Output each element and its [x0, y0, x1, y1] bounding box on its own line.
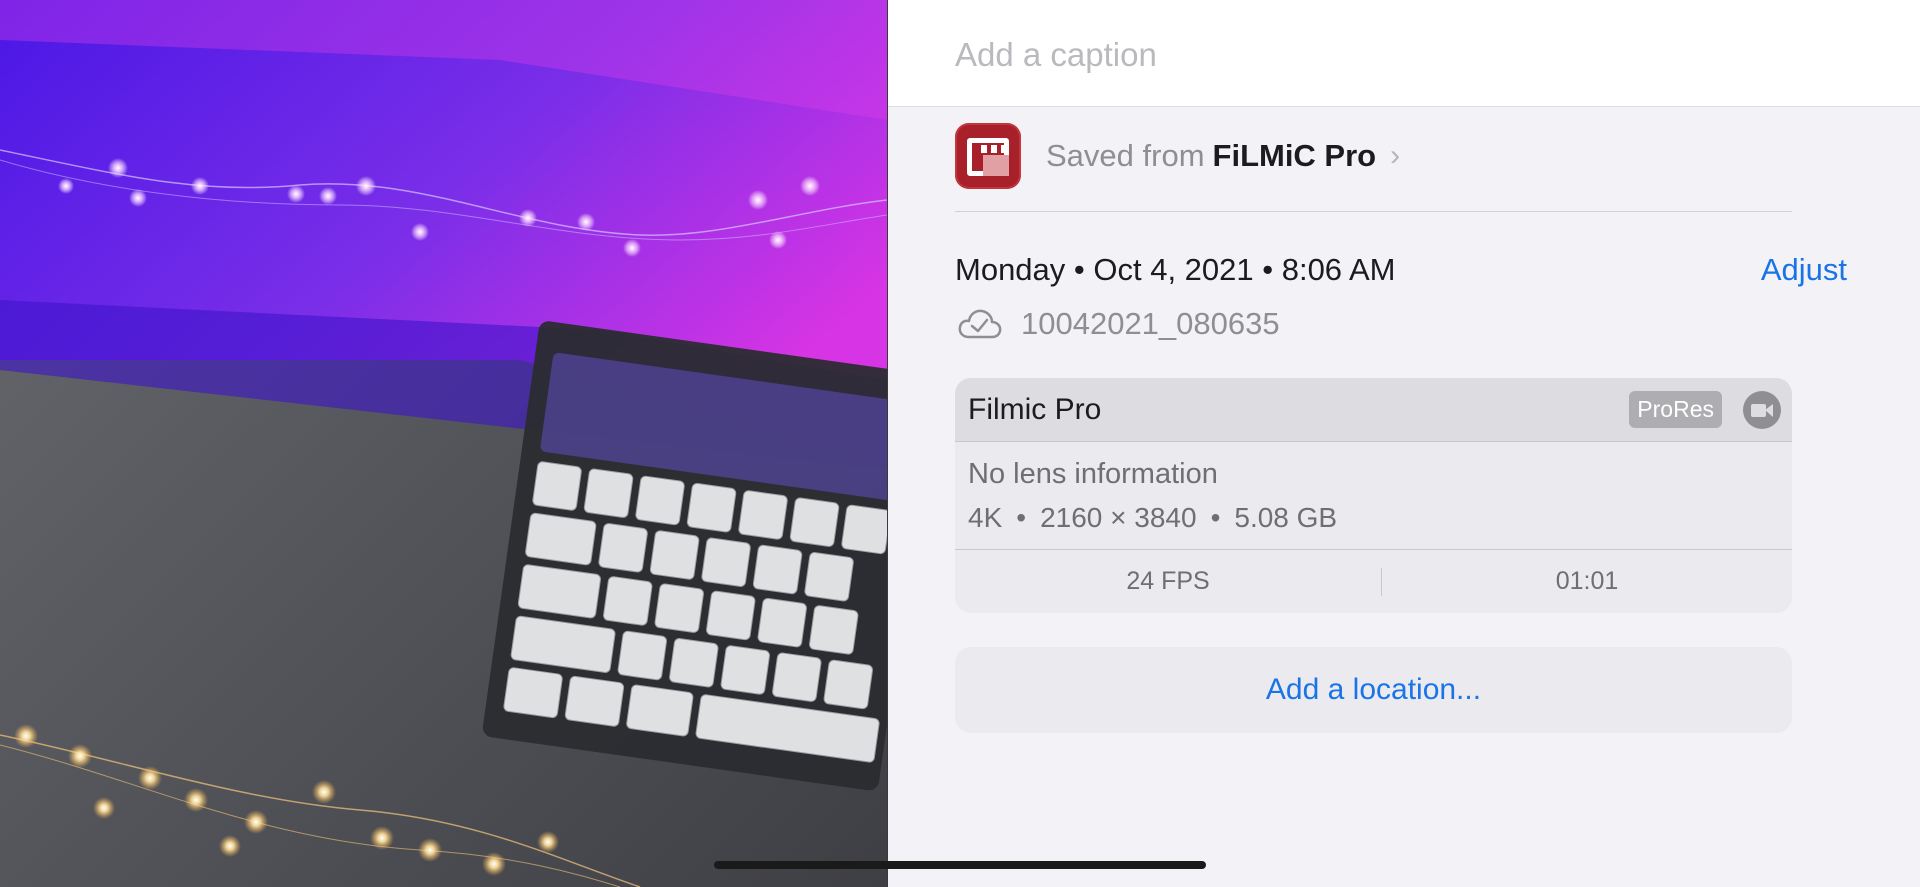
chevron-right-icon: › — [1390, 139, 1401, 172]
saved-from-row[interactable]: Saved from FiLMiC Pro › — [955, 123, 1555, 189]
add-location-button[interactable]: Add a location... — [955, 647, 1792, 733]
file-name: 10042021_080635 — [1021, 306, 1280, 341]
device-name: Filmic Pro — [968, 393, 1102, 426]
adjust-date-button[interactable]: Adjust — [1761, 252, 1847, 288]
photo-info-panel: Saved from FiLMiC Pro › Monday • Oct 4, … — [887, 0, 1920, 887]
separator-dot: • — [1016, 502, 1027, 533]
capture-date: Monday • Oct 4, 2021 • 8:06 AM — [955, 252, 1396, 287]
video-duration: 01:01 — [1555, 567, 1619, 595]
lens-info: No lens information — [968, 458, 1218, 490]
divider — [955, 211, 1792, 212]
resolution-class: 4K — [968, 502, 1003, 533]
frame-rate: 24 FPS — [1126, 567, 1210, 595]
dimensions: 2160 × 3840 — [1040, 502, 1197, 533]
photo-image — [0, 0, 887, 887]
spec-line: 4K • 2160 × 3840 • 5.08 GB — [968, 502, 1337, 534]
separator-dot: • — [1210, 502, 1221, 533]
prores-badge: ProRes — [1629, 391, 1722, 428]
caption-input[interactable] — [955, 30, 1855, 80]
source-app-name: FiLMiC Pro — [1212, 138, 1377, 173]
camera-card-header: Filmic Pro ProRes — [955, 378, 1792, 442]
file-size: 5.08 GB — [1234, 502, 1338, 533]
photo-preview[interactable] — [0, 0, 887, 887]
caption-bar — [888, 0, 1920, 107]
home-indicator[interactable] — [714, 861, 1206, 869]
saved-from-label: Saved from — [1046, 138, 1205, 173]
icloud-check-icon — [958, 309, 1002, 339]
camera-info-card: Filmic Pro ProRes No lens information 4K… — [955, 378, 1792, 613]
file-row: 10042021_080635 — [957, 306, 1280, 342]
video-camera-icon — [1743, 391, 1781, 429]
filmic-pro-app-icon — [955, 123, 1021, 189]
